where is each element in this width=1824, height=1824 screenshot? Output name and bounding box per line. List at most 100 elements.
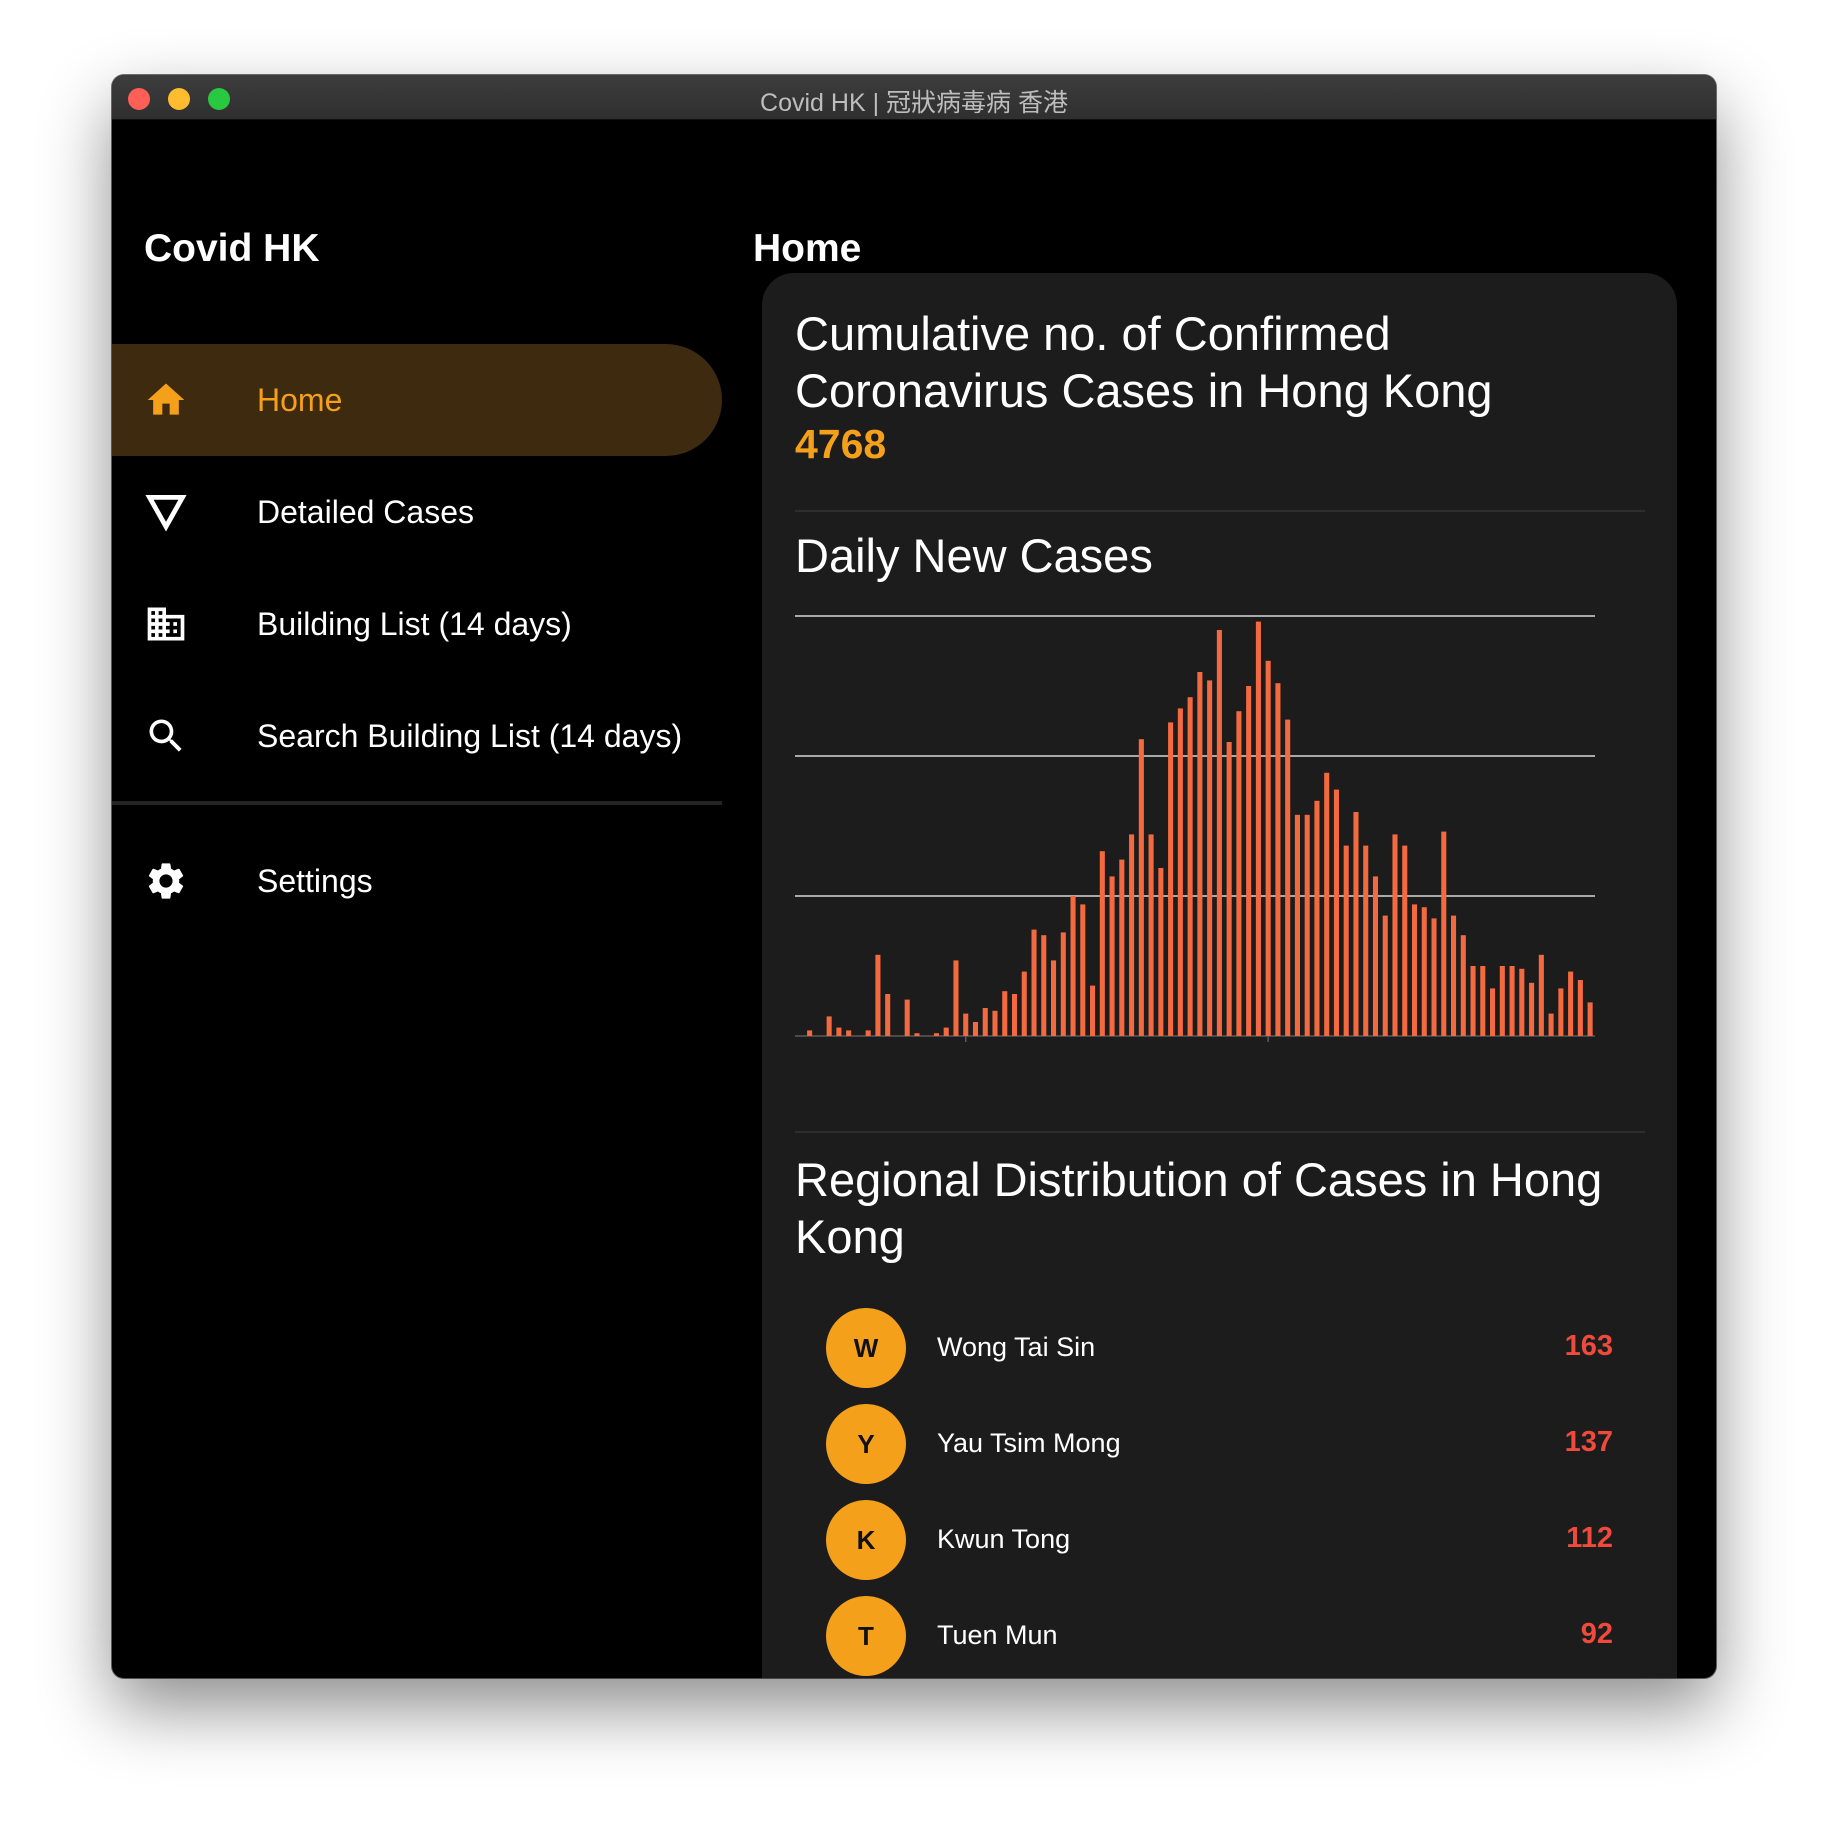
nav-item-label: Home — [257, 381, 343, 418]
chart-bar — [1548, 1013, 1554, 1036]
region-count: 92 — [1580, 1618, 1613, 1650]
chart-bar — [1080, 904, 1086, 1036]
chart-bar — [1177, 708, 1183, 1036]
chart-bar — [1236, 711, 1242, 1036]
chart-bar — [1558, 988, 1564, 1036]
gear-icon — [148, 863, 184, 899]
nav-item-label: Building List (14 days) — [257, 605, 572, 642]
chart-bar — [1070, 896, 1076, 1036]
chart-bar — [1490, 988, 1496, 1036]
chart-bar — [1304, 814, 1310, 1036]
chart-bar — [1021, 971, 1027, 1036]
chart-bar — [807, 1030, 813, 1036]
chart-bar — [1470, 966, 1476, 1036]
chart-bar — [1294, 814, 1300, 1036]
chart-bar — [826, 1016, 832, 1036]
section-divider — [795, 1131, 1645, 1133]
chart-bar — [1363, 845, 1369, 1036]
chart-bar — [904, 999, 910, 1036]
filter-triangle-icon — [145, 494, 187, 532]
chart-bar — [1587, 1002, 1593, 1036]
chart-bar — [1285, 719, 1291, 1036]
chart-bar — [865, 1030, 871, 1036]
regional-distribution-title: Regional Distribution of Cases in Hong K… — [795, 1153, 1603, 1263]
chart-bar — [1402, 845, 1408, 1036]
nav-item-label: Detailed Cases — [257, 493, 474, 530]
chart-bar — [1197, 672, 1203, 1036]
nav-item-detailed-cases[interactable]: Detailed Cases — [112, 456, 722, 568]
chart-bar — [1343, 845, 1349, 1036]
chart-bar — [1226, 742, 1232, 1036]
chart-bar — [1158, 868, 1164, 1036]
app-title: Covid HK — [144, 227, 320, 270]
cumulative-title: Cumulative no. of Confirmed Coronavirus … — [795, 307, 1493, 417]
chart-bar — [1002, 991, 1008, 1036]
chart-bar — [1060, 932, 1066, 1036]
building-icon — [147, 607, 185, 641]
chart-bar — [1216, 630, 1222, 1036]
region-count: 137 — [1564, 1426, 1613, 1458]
chart-bar — [933, 1033, 939, 1036]
chart-bar — [1246, 686, 1252, 1036]
chart-x-tick-label: Jul — [950, 1045, 981, 1048]
daily-cases-chart: Jul Aug — [795, 615, 1595, 1048]
chart-bar — [1011, 994, 1018, 1036]
region-count: 112 — [1566, 1522, 1613, 1554]
search-icon — [149, 719, 182, 752]
chart-bar — [1265, 660, 1271, 1036]
chart-bar — [875, 954, 881, 1036]
chart-bar — [1168, 722, 1174, 1036]
chart-bar — [1129, 834, 1135, 1036]
chart-bar — [1148, 834, 1154, 1036]
region-row[interactable]: K Kwun Tong 112 — [762, 1492, 1677, 1588]
home-icon — [147, 383, 185, 415]
window-title: Covid HK | 冠狀病毒病 香港 — [760, 89, 1068, 117]
chart-bar — [1382, 915, 1388, 1036]
chart-bar — [836, 1027, 842, 1036]
region-row[interactable]: W Wong Tai Sin 163 — [762, 1300, 1677, 1396]
chart-bar — [1372, 876, 1379, 1036]
chart-bar — [1041, 935, 1047, 1036]
chart-bar — [885, 994, 891, 1036]
title-bar: Covid HK | 冠狀病毒病 香港 — [112, 75, 1716, 120]
page-title: Home — [753, 227, 862, 270]
chart-bar — [1090, 985, 1096, 1036]
nav-item-home[interactable]: Home — [112, 344, 722, 456]
chart-bar — [1119, 859, 1125, 1036]
chart-bar — [1099, 851, 1105, 1036]
home-card[interactable]: Cumulative no. of Confirmed Coronavirus … — [762, 273, 1677, 1678]
nav-item-search-building-list[interactable]: Search Building List (14 days) — [112, 680, 722, 792]
chart-bar — [914, 1033, 920, 1036]
nav-item-label: Settings — [257, 862, 373, 899]
region-row[interactable]: T Tuen Mun 92 — [762, 1588, 1677, 1678]
chart-bar — [1509, 966, 1515, 1036]
chart-bar — [1411, 904, 1418, 1036]
section-divider — [795, 510, 1645, 512]
daily-cases-title: Daily New Cases — [795, 529, 1153, 582]
chart-bar — [1109, 876, 1115, 1036]
chart-bar — [1568, 971, 1574, 1036]
nav-item-settings[interactable]: Settings — [112, 825, 722, 937]
region-name: Wong Tai Sin — [937, 1332, 1096, 1362]
chart-bar — [963, 1013, 969, 1036]
chart-bar — [1519, 968, 1525, 1036]
chart-bar — [1275, 683, 1281, 1036]
region-row[interactable]: Y Yau Tsim Mong 137 — [762, 1396, 1677, 1492]
chart-bar — [1333, 789, 1339, 1036]
cumulative-value: 4768 — [795, 421, 887, 467]
chart-bar — [1460, 935, 1466, 1036]
chart-bar — [1431, 918, 1437, 1036]
region-avatar: T — [826, 1596, 906, 1676]
region-avatar: Y — [826, 1404, 906, 1484]
chart-bar — [1314, 800, 1320, 1036]
chart-bar — [1451, 915, 1457, 1036]
chart-bar — [1031, 929, 1037, 1036]
region-name: Tuen Mun — [937, 1620, 1058, 1650]
nav-item-building-list[interactable]: Building List (14 days) — [112, 568, 722, 680]
chart-bar — [1353, 812, 1359, 1036]
chart-bar — [982, 1008, 988, 1036]
chart-bar — [846, 1030, 852, 1036]
chart-bar — [1187, 697, 1193, 1036]
chart-bar — [1324, 772, 1330, 1036]
nav-divider — [112, 801, 722, 805]
